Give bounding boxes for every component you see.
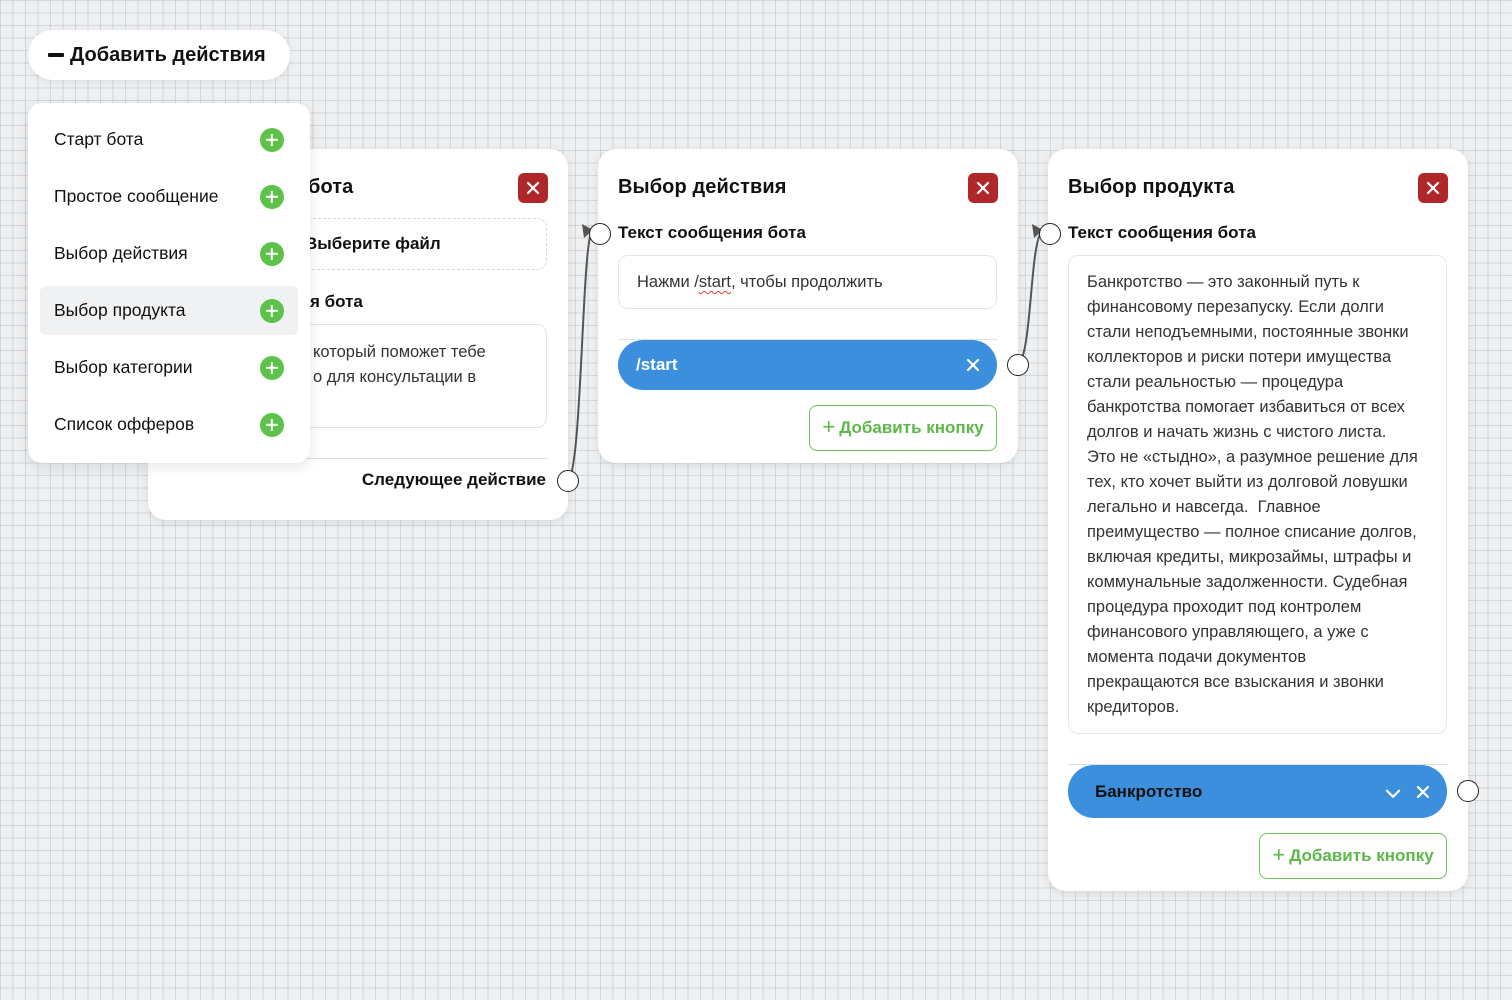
- menu-item-simple-message[interactable]: Простое сообщение: [40, 172, 298, 221]
- menu-item-label: Выбор продукта: [54, 300, 186, 320]
- message-text-line: о для консультации в: [313, 368, 477, 386]
- message-text-line: коллекторов и риски потери имущества: [1087, 348, 1392, 366]
- add-circle-icon[interactable]: [260, 184, 284, 209]
- message-input-port[interactable]: [1039, 223, 1061, 245]
- menu-item-product-choice[interactable]: Выбор продукта: [40, 286, 298, 335]
- bot-button-bankruptcy[interactable]: Банкротство: [1068, 765, 1447, 818]
- menu-item-label: Выбор категории: [54, 357, 193, 377]
- button-output-port[interactable]: [1457, 780, 1479, 802]
- add-actions-label: Добавить действия: [70, 43, 266, 66]
- plus-icon: +: [822, 414, 836, 439]
- menu-item-label: Список офферов: [54, 414, 195, 434]
- message-text-line: процедура проходит под контролем: [1087, 598, 1362, 616]
- message-text-line: стали реальностью — процедура: [1087, 373, 1344, 391]
- message-text-line: коммунальные задолженности. Судебная: [1087, 573, 1408, 591]
- menu-item-start-bot[interactable]: Старт бота: [40, 115, 298, 164]
- message-label: Текст сообщения бота: [618, 223, 806, 242]
- file-picker-label: Выберите файл: [305, 234, 441, 253]
- message-text-line: Банкротство — это законный путь к: [1087, 273, 1360, 291]
- menu-item-action-choice[interactable]: Выбор действия: [40, 229, 298, 278]
- message-text-line: включая кредиты, микрозаймы, штрафы и: [1087, 548, 1412, 566]
- add-button-label: Добавить кнопку: [1289, 846, 1434, 865]
- message-textarea[interactable]: Банкротство — это законный путь к финансо…: [1068, 255, 1447, 734]
- close-icon: [1426, 181, 1440, 195]
- message-text-misspelled: start: [698, 273, 731, 291]
- node-product-choice[interactable]: Выбор продукта Текст сообщения бота Банк…: [1048, 149, 1468, 891]
- message-label: Текст сообщения бота: [1068, 223, 1256, 242]
- add-circle-icon[interactable]: [260, 298, 284, 323]
- node-title: бота: [308, 176, 354, 198]
- file-picker[interactable]: Выберите файл: [288, 218, 547, 270]
- add-button-label: Добавить кнопку: [839, 418, 984, 437]
- message-text-line: Это не «стыдно», а разумное решение для: [1087, 448, 1418, 466]
- button-output-port[interactable]: [1007, 354, 1029, 376]
- menu-item-label: Простое сообщение: [54, 186, 219, 206]
- add-button-button[interactable]: + Добавить кнопку: [809, 405, 997, 451]
- bot-button-start[interactable]: /start: [618, 340, 997, 390]
- menu-item-label: Выбор действия: [54, 243, 188, 263]
- message-text: Нажми /: [637, 273, 699, 291]
- add-actions-toggle-button[interactable]: Добавить действия: [28, 30, 290, 80]
- message-text-line: финансовому перезапуску. Если долги: [1087, 298, 1384, 316]
- add-circle-icon[interactable]: [260, 355, 284, 380]
- bot-button-label: /start: [636, 355, 678, 374]
- close-icon: [976, 181, 990, 195]
- message-text-line: преимущество — полное списание долгов,: [1087, 523, 1417, 541]
- flow-canvas[interactable]: бота Выберите файл я бота который поможе…: [0, 0, 1512, 1000]
- message-text-line: финансового управляющего, а уже с: [1087, 623, 1369, 641]
- message-text-line: который поможет тебе: [313, 343, 486, 361]
- bot-button-label: Банкротство: [1095, 781, 1203, 801]
- close-node-button[interactable]: [968, 173, 998, 203]
- message-label: я бота: [310, 292, 363, 311]
- add-circle-icon[interactable]: [260, 127, 284, 152]
- node-title: Выбор действия: [618, 176, 787, 198]
- close-icon: [526, 181, 540, 195]
- menu-item-label: Старт бота: [54, 129, 144, 149]
- message-text-line: кредиторов.: [1087, 698, 1180, 716]
- message-text-line: тех, кто хочет выйти из долговой ловушки: [1087, 473, 1408, 491]
- wire-action-to-product: [1017, 231, 1043, 366]
- menu-item-offer-list[interactable]: Список офферов: [40, 400, 298, 449]
- message-textarea[interactable]: который поможет тебе о для консультации …: [288, 324, 547, 428]
- close-node-button[interactable]: [1418, 173, 1448, 203]
- menu-item-category-choice[interactable]: Выбор категории: [40, 343, 298, 392]
- message-text-line: момента подачи документов: [1087, 648, 1307, 666]
- add-actions-menu: Старт бота Простое сообщение Выбор дейст…: [28, 103, 310, 463]
- add-circle-icon[interactable]: [260, 241, 284, 266]
- message-textarea[interactable]: Нажми /start, чтобы продолжить: [618, 255, 997, 309]
- add-button-button[interactable]: + Добавить кнопку: [1259, 833, 1447, 879]
- next-action-label: Следующее действие: [361, 470, 546, 489]
- message-text: , чтобы продолжить: [730, 273, 883, 291]
- plus-icon: +: [1272, 842, 1286, 867]
- add-circle-icon[interactable]: [260, 412, 284, 437]
- remove-button-icon[interactable]: [966, 358, 980, 372]
- next-action-output-port[interactable]: [557, 470, 579, 492]
- remove-button-icon[interactable]: [1416, 785, 1430, 799]
- minus-icon: [48, 53, 64, 57]
- message-text-line: стали неподъемными, постоянные звонки: [1087, 323, 1409, 341]
- message-text-line: легально и навсегда. Главное: [1087, 498, 1321, 516]
- node-action-choice[interactable]: Выбор действия Текст сообщения бота Нажм…: [598, 149, 1018, 463]
- message-text-line: долгов и начать жизнь с чистого листа.: [1087, 423, 1387, 441]
- message-input-port[interactable]: [589, 223, 611, 245]
- close-node-button[interactable]: [518, 173, 548, 203]
- node-title: Выбор продукта: [1068, 176, 1235, 198]
- message-text-line: прекращаются все взыскания и звонки: [1087, 673, 1384, 691]
- chevron-down-icon[interactable]: [1385, 787, 1401, 799]
- message-text-line: банкротства помогает избавиться от всех: [1087, 398, 1405, 416]
- wire-start-to-action: [567, 231, 593, 482]
